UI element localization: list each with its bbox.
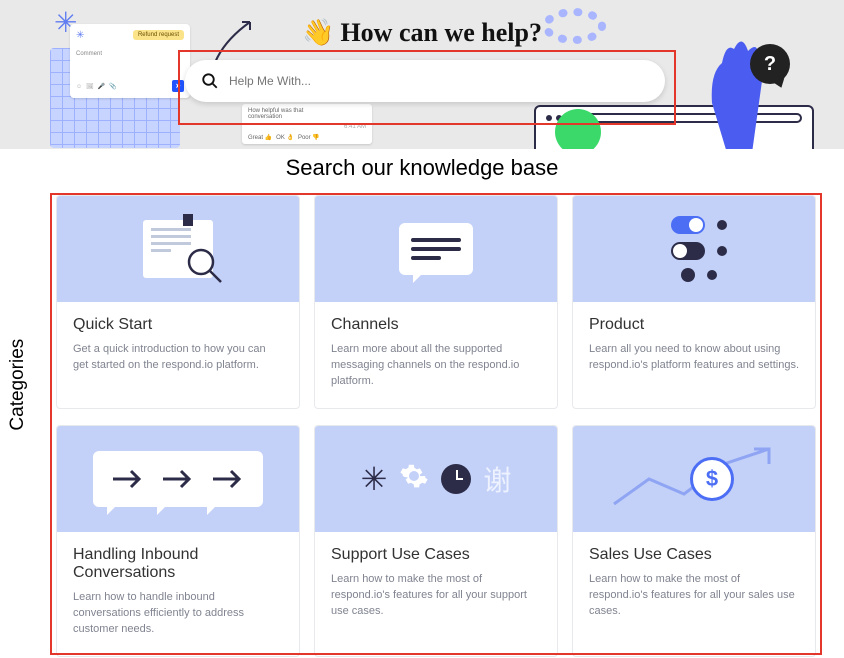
comment-toolbar-icons: ☺🖼🎤📎: [76, 83, 121, 90]
category-card-quick-start[interactable]: Quick Start Get a quick introduction to …: [56, 195, 300, 409]
clock-icon: [441, 464, 471, 494]
sparkle-small-icon: ✳: [76, 30, 84, 41]
green-circle-decoration: [555, 109, 601, 149]
feedback-opt-great: Great 👍: [248, 134, 272, 141]
asterisk-icon: ✳: [361, 460, 388, 498]
chip-label: Refund request: [133, 30, 184, 40]
channels-illustration: [315, 196, 557, 302]
category-card-support[interactable]: ✳ 谢 Support Use Cases Learn how to make …: [314, 425, 558, 657]
speech-bubble-icon: [399, 223, 473, 275]
card-title: Handling Inbound Conversations: [73, 546, 283, 582]
arrow-right-icon: [211, 467, 245, 491]
card-title: Sales Use Cases: [589, 546, 799, 564]
card-desc: Get a quick introduction to how you can …: [73, 342, 283, 374]
product-illustration: [573, 196, 815, 302]
search-input[interactable]: [229, 74, 649, 88]
feedback-line2: conversation: [248, 114, 366, 120]
categories-section: Categories Quick Start Get a quick intro…: [0, 191, 844, 657]
send-icon: ➤: [172, 80, 184, 92]
feedback-card-decoration: How helpful was that conversation 6:41 A…: [242, 104, 372, 144]
wave-icon: 👋: [302, 18, 334, 47]
category-card-sales[interactable]: $ Sales Use Cases Learn how to make the …: [572, 425, 816, 657]
hero-banner: ✳ ✳ Refund request Comment ☺🖼🎤📎 ➤ 👋How c…: [0, 0, 844, 149]
toggle-on-icon: [671, 216, 705, 234]
hero-title-text: How can we help?: [340, 18, 542, 47]
card-desc: Learn how to make the most of respond.io…: [589, 572, 799, 620]
card-desc: Learn all you need to know about using r…: [589, 342, 799, 374]
subtitle: Search our knowledge base: [0, 155, 844, 181]
arrow-right-icon: [161, 467, 195, 491]
dots-trail-icon: [544, 6, 664, 56]
dollar-coin-icon: $: [690, 457, 734, 501]
quick-start-illustration: [57, 196, 299, 302]
categories-label: Categories: [7, 339, 29, 431]
card-title: Product: [589, 316, 799, 334]
feedback-opt-ok: OK 👌: [276, 134, 294, 141]
search-bar[interactable]: [185, 60, 665, 102]
category-card-product[interactable]: Product Learn all you need to know about…: [572, 195, 816, 409]
inbound-illustration: [57, 426, 299, 532]
categories-grid: Quick Start Get a quick introduction to …: [56, 195, 816, 657]
question-badge-icon: ?: [750, 44, 790, 84]
gear-icon: [399, 461, 429, 496]
category-card-handling-inbound[interactable]: Handling Inbound Conversations Learn how…: [56, 425, 300, 657]
support-illustration: ✳ 谢: [315, 426, 557, 532]
card-title: Quick Start: [73, 316, 283, 334]
feedback-opt-poor: Poor 👎: [298, 134, 320, 141]
category-card-channels[interactable]: Channels Learn more about all the suppor…: [314, 195, 558, 409]
knob-icon: [681, 268, 695, 282]
comment-card-decoration: ✳ Refund request Comment ☺🖼🎤📎 ➤: [70, 24, 190, 98]
card-desc: Learn how to make the most of respond.io…: [331, 572, 541, 620]
card-desc: Learn how to handle inbound conversation…: [73, 590, 283, 638]
arrow-right-icon: [111, 467, 145, 491]
comment-label: Comment: [76, 51, 184, 57]
card-title: Channels: [331, 316, 541, 334]
toggle-off-icon: [671, 242, 705, 260]
feedback-time: 6:41 AM: [344, 124, 366, 130]
search-icon: [201, 72, 219, 90]
card-title: Support Use Cases: [331, 546, 541, 564]
card-desc: Learn more about all the supported messa…: [331, 342, 541, 390]
magnifier-icon: [185, 246, 225, 286]
sales-illustration: $: [573, 426, 815, 532]
cjk-character-icon: 谢: [483, 459, 511, 499]
